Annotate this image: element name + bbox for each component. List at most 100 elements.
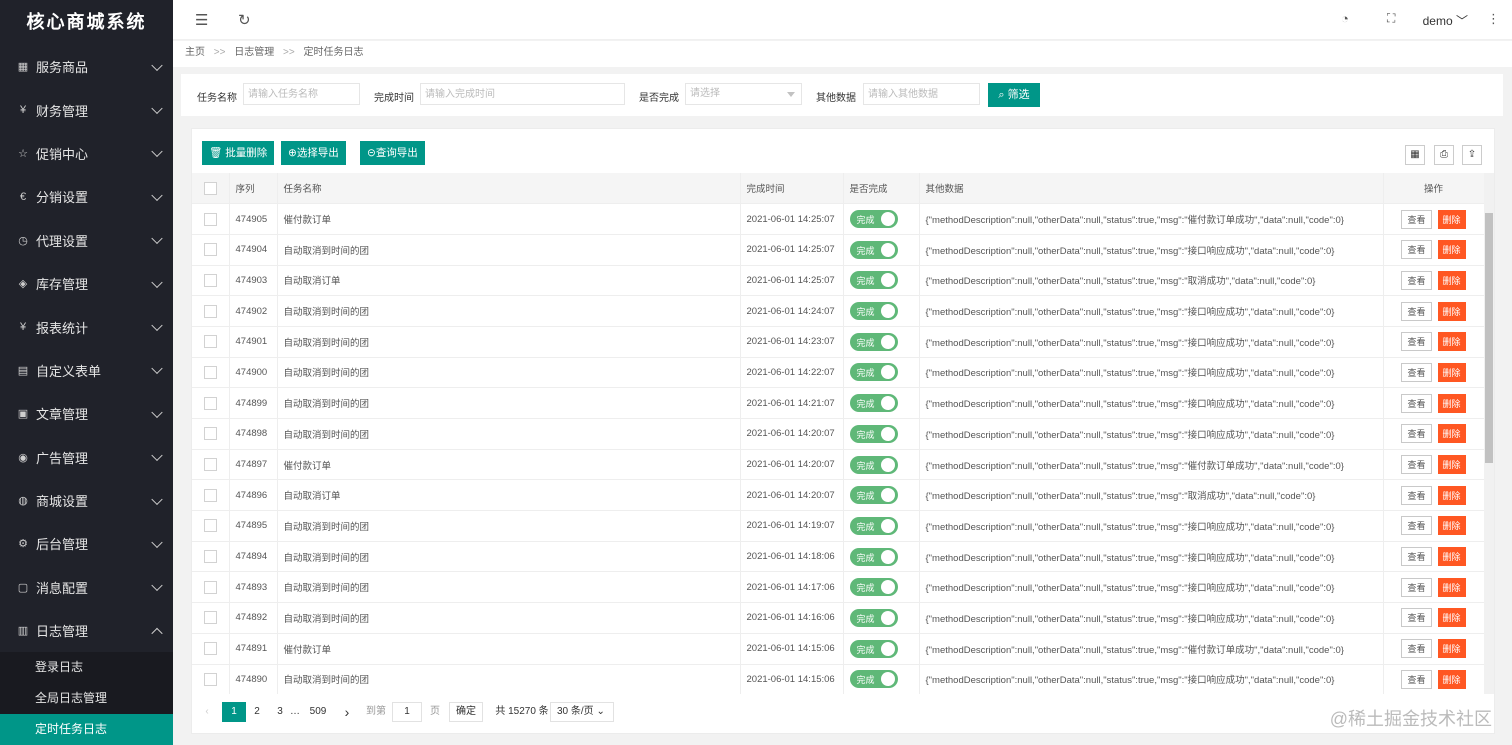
- table-row[interactable]: 474901 自动取消到时间的团 2021-06-01 14:23:07 完成 {"me…: [192, 326, 1484, 358]
- done-switch[interactable]: 完成: [849, 516, 898, 535]
- row-checkbox[interactable]: [203, 304, 217, 318]
- view-button[interactable]: 查看: [1401, 362, 1432, 382]
- done-switch[interactable]: 完成: [849, 394, 898, 413]
- export-selected-button[interactable]: ⊕选择导出: [281, 141, 346, 165]
- delete-button[interactable]: 删除: [1437, 608, 1466, 628]
- table-row[interactable]: 474900 自动取消到时间的团 2021-06-01 14:22:07 完成 {"me…: [192, 357, 1484, 389]
- done-switch[interactable]: 完成: [849, 240, 898, 259]
- table-row[interactable]: 474905 催付款订单 2021-06-01 14:25:07 完成 {"method…: [192, 203, 1484, 235]
- sidebar-item-9[interactable]: ◉ 广告管理: [0, 436, 173, 479]
- done-switch[interactable]: 完成: [849, 670, 898, 689]
- done-switch[interactable]: 完成: [849, 332, 898, 351]
- done-switch[interactable]: 完成: [849, 271, 898, 290]
- view-button[interactable]: 查看: [1401, 393, 1432, 413]
- delete-button[interactable]: 删除: [1437, 639, 1466, 659]
- delete-button[interactable]: 删除: [1437, 547, 1466, 567]
- per-page-select[interactable]: 30 条/页 ⌄: [550, 702, 614, 722]
- refresh-icon[interactable]: ↻: [238, 11, 251, 29]
- delete-button[interactable]: 删除: [1437, 393, 1466, 413]
- done-switch[interactable]: 完成: [849, 455, 898, 474]
- sidebar-item-6[interactable]: ¥ 报表统计: [0, 305, 173, 348]
- header-done[interactable]: 是否完成: [843, 173, 920, 205]
- export-query-button[interactable]: ⊝查询导出: [360, 141, 425, 165]
- table-row[interactable]: 474894 自动取消到时间的团 2021-06-01 14:18:06 完成 {"me…: [192, 541, 1484, 573]
- filter-search-button[interactable]: ⌕ 筛选: [988, 83, 1040, 107]
- table-row[interactable]: 474903 自动取消订单 2021-06-01 14:25:07 完成 {"metho…: [192, 265, 1484, 297]
- view-button[interactable]: 查看: [1401, 424, 1432, 444]
- sidebar-subitem-0[interactable]: 登录日志: [0, 652, 173, 683]
- breadcrumb-log-management[interactable]: 日志管理: [234, 47, 274, 58]
- done-switch[interactable]: 完成: [849, 578, 898, 597]
- scrollbar-thumb[interactable]: [1485, 213, 1493, 463]
- table-row[interactable]: 474897 催付款订单 2021-06-01 14:20:07 完成 {"method…: [192, 449, 1484, 481]
- export-icon[interactable]: ⇪: [1462, 145, 1482, 165]
- finish-time-input[interactable]: [420, 83, 625, 105]
- sidebar-item-2[interactable]: ☆ 促销中心: [0, 132, 173, 175]
- view-button[interactable]: 查看: [1401, 301, 1432, 321]
- row-checkbox[interactable]: [203, 611, 217, 625]
- row-checkbox[interactable]: [203, 672, 217, 686]
- delete-button[interactable]: 删除: [1437, 332, 1466, 352]
- theme-icon[interactable]: ◔: [1341, 11, 1349, 26]
- delete-button[interactable]: 删除: [1437, 455, 1466, 475]
- row-checkbox[interactable]: [203, 365, 217, 379]
- view-button[interactable]: 查看: [1401, 332, 1432, 352]
- done-switch[interactable]: 完成: [849, 547, 898, 566]
- view-button[interactable]: 查看: [1401, 485, 1432, 505]
- page-current[interactable]: 1: [222, 702, 246, 722]
- header-other[interactable]: 其他数据: [919, 173, 1384, 205]
- breadcrumb-home[interactable]: 主页: [185, 47, 205, 58]
- delete-button[interactable]: 删除: [1437, 485, 1466, 505]
- sidebar-item-12[interactable]: ▢ 消息配置: [0, 566, 173, 609]
- goto-confirm-button[interactable]: 确定: [449, 702, 483, 722]
- fullscreen-icon[interactable]: ⛶: [1387, 11, 1395, 26]
- view-button[interactable]: 查看: [1401, 270, 1432, 290]
- table-row[interactable]: 474904 自动取消到时间的团 2021-06-01 14:25:07 完成 {"me…: [192, 234, 1484, 266]
- sidebar-item-13[interactable]: ▥ 日志管理: [0, 609, 173, 652]
- sidebar-item-7[interactable]: ▤ 自定义表单: [0, 349, 173, 392]
- select-all-checkbox[interactable]: [203, 181, 217, 195]
- sidebar-item-0[interactable]: ▦ 服务商品: [0, 45, 173, 88]
- table-row[interactable]: 474893 自动取消到时间的团 2021-06-01 14:17:06 完成 {"me…: [192, 571, 1484, 604]
- batch-delete-button[interactable]: 🗑 批量删除: [202, 141, 275, 165]
- sidebar-item-11[interactable]: ⚙ 后台管理: [0, 522, 173, 565]
- row-checkbox[interactable]: [203, 273, 217, 287]
- header-time[interactable]: 完成时间: [740, 173, 844, 205]
- sidebar-item-1[interactable]: ¥ 财务管理: [0, 88, 173, 131]
- row-checkbox[interactable]: [203, 580, 217, 594]
- done-switch[interactable]: 完成: [849, 210, 898, 229]
- next-page-icon[interactable]: ›: [340, 702, 354, 722]
- sidebar-subitem-2[interactable]: 定时任务日志: [0, 714, 173, 745]
- done-switch[interactable]: 完成: [849, 486, 898, 505]
- table-row[interactable]: 474898 自动取消到时间的团 2021-06-01 14:20:07 完成 {"me…: [192, 418, 1484, 450]
- goto-page-input[interactable]: 1: [392, 702, 422, 722]
- row-checkbox[interactable]: [203, 642, 217, 656]
- done-switch[interactable]: 完成: [849, 424, 898, 443]
- menu-toggle-icon[interactable]: ☰: [195, 11, 208, 29]
- table-row[interactable]: 474902 自动取消到时间的团 2021-06-01 14:24:07 完成 {"me…: [192, 295, 1484, 327]
- delete-button[interactable]: 删除: [1437, 362, 1466, 382]
- row-checkbox[interactable]: [203, 519, 217, 533]
- sidebar-item-4[interactable]: ◷ 代理设置: [0, 219, 173, 262]
- view-button[interactable]: 查看: [1401, 639, 1432, 659]
- delete-button[interactable]: 删除: [1437, 240, 1466, 260]
- delete-button[interactable]: 删除: [1437, 209, 1466, 229]
- row-checkbox[interactable]: [203, 243, 217, 257]
- delete-button[interactable]: 删除: [1437, 516, 1466, 536]
- other-data-input[interactable]: [863, 83, 980, 105]
- sidebar-item-10[interactable]: ◍ 商城设置: [0, 479, 173, 522]
- view-button[interactable]: 查看: [1401, 240, 1432, 260]
- view-button[interactable]: 查看: [1401, 547, 1432, 567]
- print-icon[interactable]: ⎙: [1434, 145, 1454, 165]
- table-row[interactable]: 474899 自动取消到时间的团 2021-06-01 14:21:07 完成 {"me…: [192, 387, 1484, 419]
- done-switch[interactable]: 完成: [849, 302, 898, 321]
- header-name[interactable]: 任务名称: [277, 173, 741, 205]
- page-3[interactable]: 3: [273, 702, 287, 722]
- view-button[interactable]: 查看: [1401, 455, 1432, 475]
- page-last[interactable]: 509: [305, 702, 331, 722]
- row-checkbox[interactable]: [203, 335, 217, 349]
- view-button[interactable]: 查看: [1401, 209, 1432, 229]
- row-checkbox[interactable]: [203, 550, 217, 564]
- row-checkbox[interactable]: [203, 396, 217, 410]
- delete-button[interactable]: 删除: [1437, 424, 1466, 444]
